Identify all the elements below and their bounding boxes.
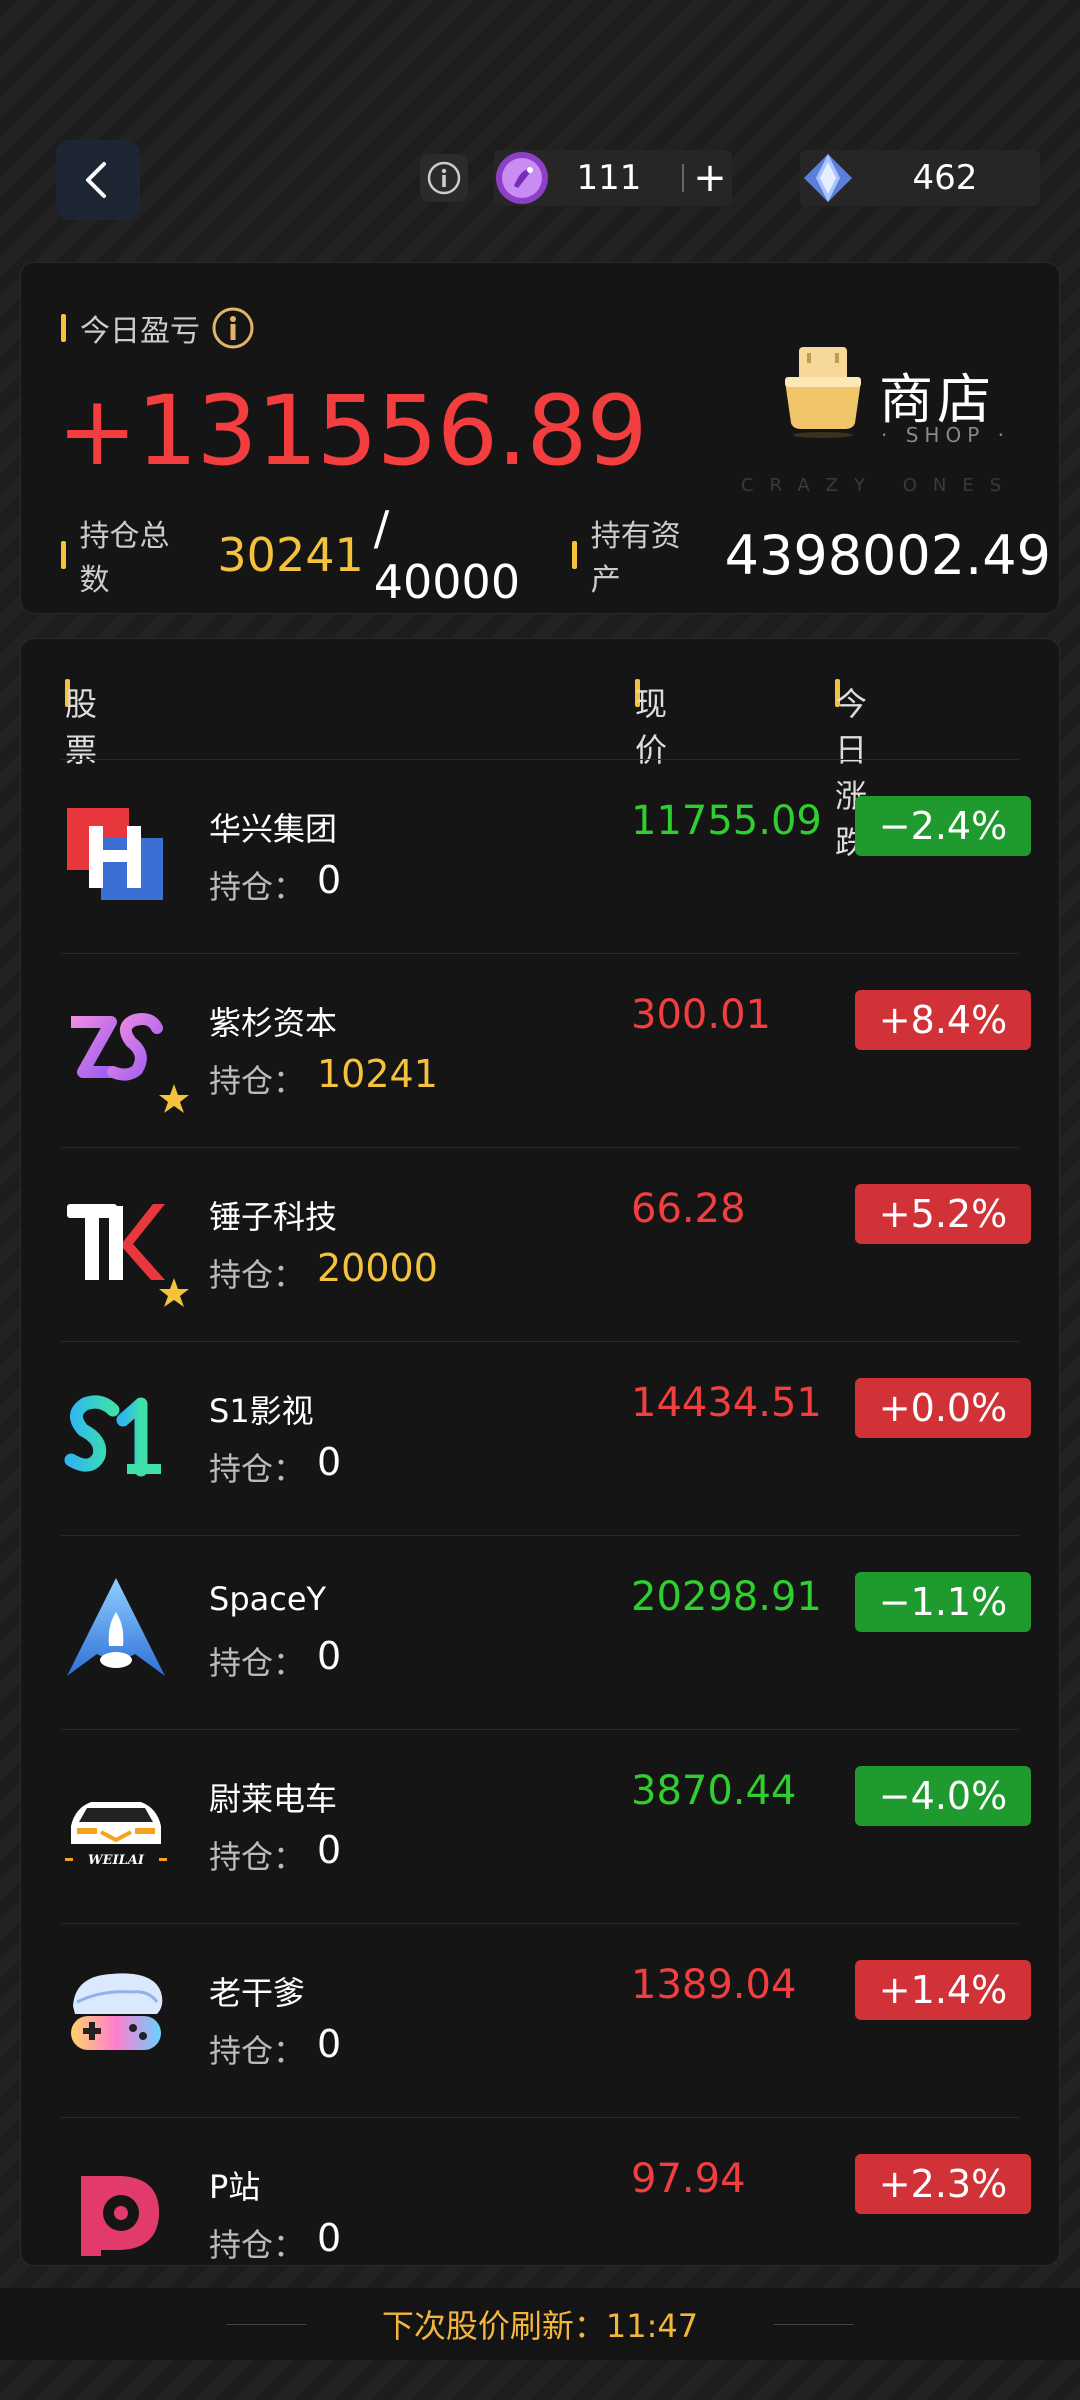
gem-value: 462 xyxy=(912,158,978,198)
coin-icon xyxy=(496,152,548,204)
change-badge: +5.2% xyxy=(855,1184,1031,1244)
change-badge: +2.3% xyxy=(855,2154,1031,2214)
stock-name: SpaceY xyxy=(209,1580,327,1618)
footer-divider-right xyxy=(774,2323,855,2325)
stock-price: 66.28 xyxy=(631,1186,746,1232)
stock-row[interactable]: 紫杉资本 持仓： 10241 300.01 +8.4% xyxy=(61,954,1031,1148)
stock-name: P站 xyxy=(209,2168,261,2206)
stock-price: 1389.04 xyxy=(631,1962,797,2008)
add-coin-button[interactable]: + xyxy=(690,154,730,202)
holdings-held: 30241 xyxy=(217,528,364,582)
stock-price: 97.94 xyxy=(631,2156,746,2202)
hold-value: 0 xyxy=(317,1440,342,1484)
stock-row[interactable]: 华兴集团 持仓： 0 11755.09 −2.4% xyxy=(61,760,1031,954)
holdings-row: 持仓总数 30241 / 40000 持有资产 4398002.49 xyxy=(61,501,1051,609)
change-badge: +1.4% xyxy=(855,1960,1031,2020)
stock-row[interactable]: P站 持仓： 0 97.94 +2.3% xyxy=(61,2118,1031,2265)
stock-row[interactable]: 锤子科技 持仓： 20000 66.28 +5.2% xyxy=(61,1148,1031,1342)
stock-name: 华兴集团 xyxy=(209,810,338,848)
today-pnl-value: +131556.89 xyxy=(57,375,648,487)
hold-value: 0 xyxy=(317,858,342,902)
hold-label: 持仓： xyxy=(209,2226,306,2264)
back-button[interactable] xyxy=(56,140,140,220)
refresh-footer: 下次股价刷新：11:47 xyxy=(0,2288,1080,2360)
coin-balance: 111 + xyxy=(494,150,732,206)
stock-list-card[interactable]: 股票 现价 今日涨跌 华兴集团 持仓： 0 11755.09 −2.4% 紫杉资… xyxy=(20,638,1060,2266)
shop-bag-icon xyxy=(785,347,861,438)
hold-label: 持仓： xyxy=(209,1450,306,1488)
hold-label: 持仓： xyxy=(209,2032,306,2070)
footer-divider-left xyxy=(225,2323,306,2325)
stock-price: 11755.09 xyxy=(631,798,822,844)
header-stock: 股票 xyxy=(65,685,98,769)
stock-name: 老干爹 xyxy=(209,1974,306,2012)
holdings-label: 持仓总数 xyxy=(79,519,170,598)
hold-value: 0 xyxy=(317,1828,342,1872)
pill-divider xyxy=(682,164,684,192)
hold-label: 持仓： xyxy=(209,1838,306,1876)
hammer-logo-icon xyxy=(67,1204,165,1280)
assets-value: 4398002.49 xyxy=(724,523,1051,587)
change-badge: −2.4% xyxy=(855,796,1031,856)
stock-price: 14434.51 xyxy=(631,1380,822,1426)
car-logo-icon: WEILAI xyxy=(65,1802,167,1868)
shop-button[interactable]: 商店 · SHOP · CRAZY ONES xyxy=(741,299,1059,519)
gamer-logo-icon xyxy=(71,1973,163,2050)
diamond-icon xyxy=(804,154,852,202)
refresh-timer: 下次股价刷新：11:47 xyxy=(381,2307,699,2345)
list-header: 股票 现价 今日涨跌 xyxy=(65,679,1045,861)
info-button[interactable] xyxy=(420,154,468,202)
s1-logo-icon xyxy=(64,1395,161,1477)
hold-value: 0 xyxy=(317,1634,342,1678)
hold-label: 持仓： xyxy=(209,1256,306,1294)
stock-row[interactable]: 老干爹 持仓： 0 1389.04 +1.4% xyxy=(61,1924,1031,2118)
stock-row[interactable]: WEILAI 尉莱电车 持仓： 0 3870.44 −4.0% xyxy=(61,1730,1031,1924)
hold-value: 0 xyxy=(317,2022,342,2066)
huaxing-logo-icon xyxy=(67,808,163,900)
gem-balance: 462 xyxy=(800,150,1040,206)
header-price: 现价 xyxy=(635,685,668,769)
stock-name: 锤子科技 xyxy=(209,1198,338,1236)
stock-name: 紫杉资本 xyxy=(209,1004,338,1042)
hold-value: 0 xyxy=(317,2216,342,2260)
rocket-logo-icon xyxy=(67,1578,165,1676)
hold-label: 持仓： xyxy=(209,868,306,906)
stock-row[interactable]: S1影视 持仓： 0 14434.51 +0.0% xyxy=(61,1342,1031,1536)
hold-value: 10241 xyxy=(317,1052,438,1096)
star-icon xyxy=(159,1084,189,1113)
assets-label: 持有资产 xyxy=(590,519,681,598)
hold-label: 持仓： xyxy=(209,1644,306,1682)
zs-logo-icon xyxy=(71,1013,163,1081)
info-icon[interactable] xyxy=(210,305,256,351)
stock-name: S1影视 xyxy=(209,1392,314,1430)
stock-price: 20298.91 xyxy=(631,1574,822,1620)
stock-row[interactable]: SpaceY 持仓： 0 20298.91 −1.1% xyxy=(61,1536,1031,1730)
holdings-total: / 40000 xyxy=(373,501,521,609)
stock-price: 3870.44 xyxy=(631,1768,797,1814)
change-badge: −1.1% xyxy=(855,1572,1031,1632)
info-icon xyxy=(427,161,461,195)
today-pnl-label: 今日盈亏 xyxy=(61,305,256,351)
hold-value: 20000 xyxy=(317,1246,438,1290)
p-logo-icon xyxy=(81,2176,159,2256)
coin-value: 111 xyxy=(576,158,642,198)
change-badge: +8.4% xyxy=(855,990,1031,1050)
stock-price: 300.01 xyxy=(631,992,771,1038)
star-icon xyxy=(159,1278,189,1307)
hold-label: 持仓： xyxy=(209,1062,306,1100)
back-arrow-icon xyxy=(86,162,106,198)
stock-rows: 华兴集团 持仓： 0 11755.09 −2.4% 紫杉资本 持仓： 10241… xyxy=(61,760,1031,2265)
stock-name: 尉莱电车 xyxy=(209,1780,338,1818)
shop-subtitle: · SHOP · xyxy=(881,423,1010,447)
shop-watermark: CRAZY ONES xyxy=(741,475,1018,496)
change-badge: −4.0% xyxy=(855,1766,1031,1826)
change-badge: +0.0% xyxy=(855,1378,1031,1438)
weilai-logo-text: WEILAI xyxy=(88,1853,145,1868)
summary-card: 今日盈亏 +131556.89 商店 · SHOP · CRAZY ONES 持… xyxy=(20,262,1060,614)
